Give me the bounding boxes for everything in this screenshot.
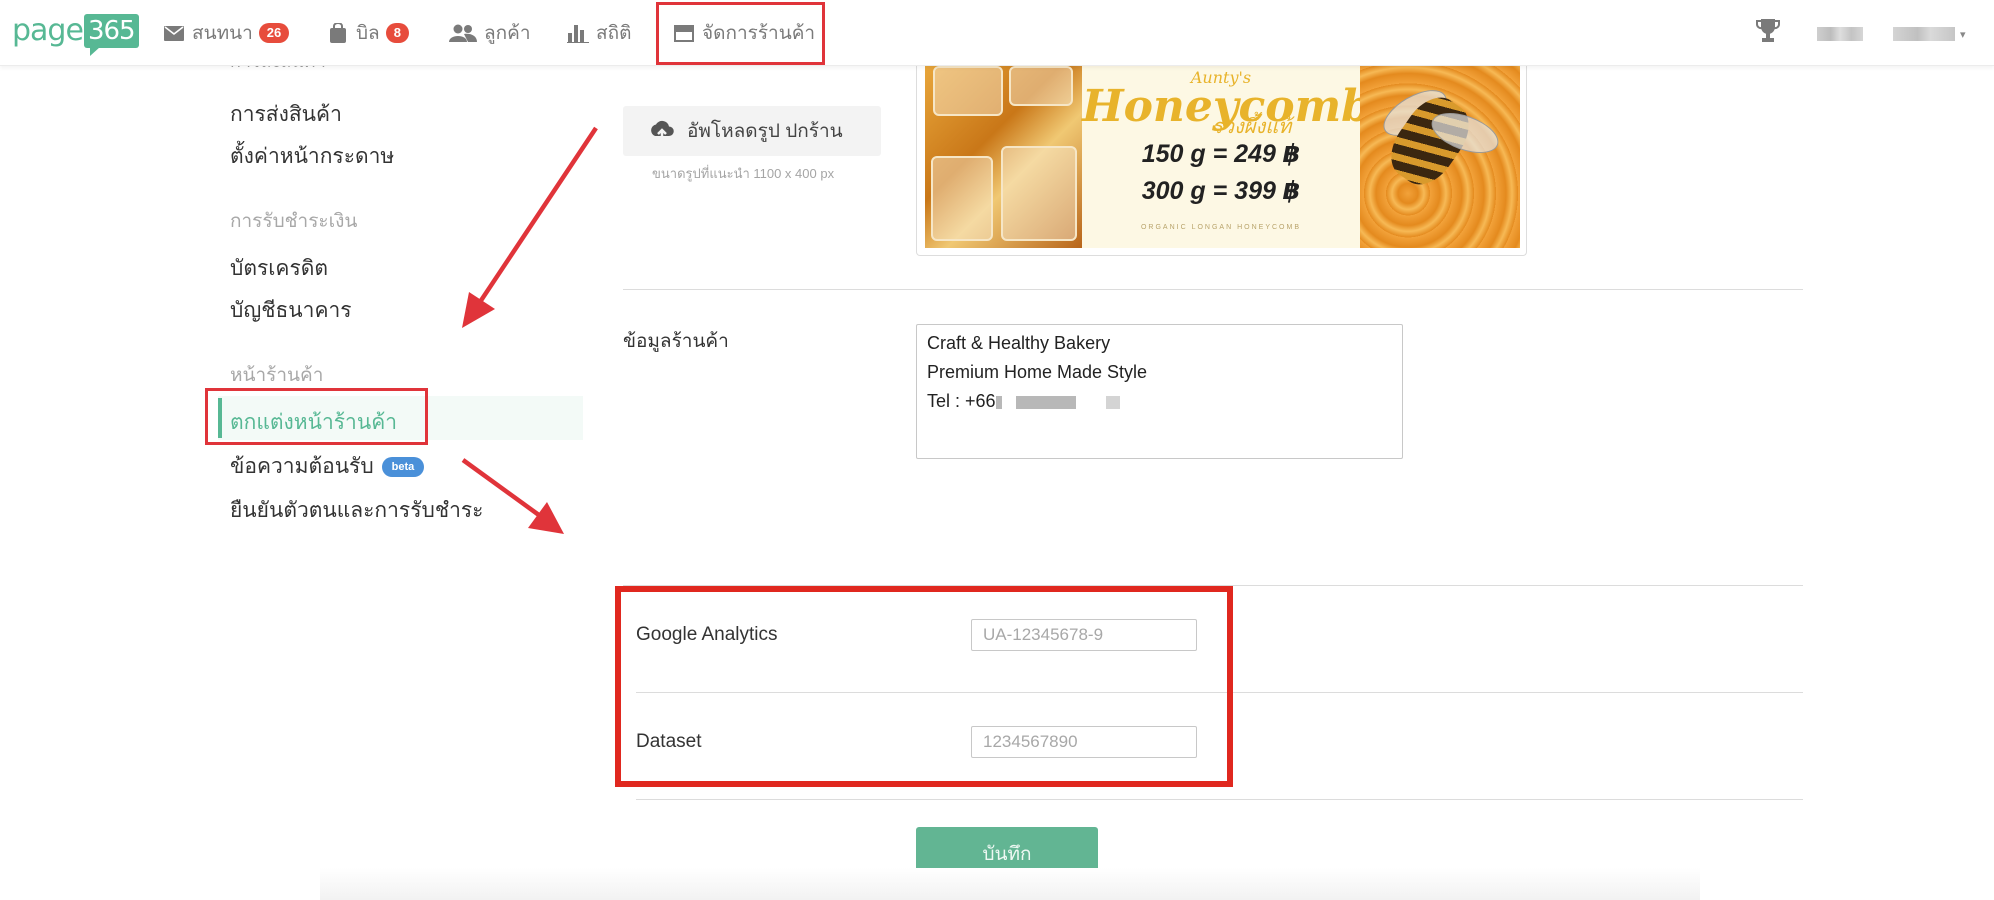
sidebar-item-page-setup[interactable]: ตั้งค่าหน้ากระดาษ bbox=[230, 140, 394, 173]
banner-price-1: 150 g = 249 ฿ bbox=[1141, 140, 1301, 168]
store-info-tel: Tel : +66 bbox=[927, 391, 996, 411]
chevron-down-icon[interactable]: ▾ bbox=[1960, 28, 1966, 41]
store-info-line-1: Craft & Healthy Bakery bbox=[927, 333, 1111, 353]
nav-highlight-annotation bbox=[656, 2, 825, 65]
welcome-message-label: ข้อความต้อนรับ bbox=[230, 455, 374, 478]
sidebar-item-credit-card[interactable]: บัตรเครดิต bbox=[230, 252, 328, 285]
sidebar-item-verify-identity[interactable]: ยืนยันตัวตนและการรับชำระ bbox=[230, 494, 483, 527]
trophy-icon[interactable] bbox=[1756, 18, 1780, 44]
users-icon bbox=[448, 23, 478, 43]
sidebar-item-shipping[interactable]: การส่งสินค้า bbox=[230, 98, 342, 131]
envelope-icon bbox=[162, 23, 186, 43]
bills-count-badge: 8 bbox=[385, 23, 409, 43]
nav-stats-label: สถิติ bbox=[596, 23, 632, 44]
nav-stats[interactable]: สถิติ bbox=[566, 20, 631, 46]
page365-logo[interactable]: page 365 bbox=[12, 14, 139, 56]
nav-chat-label: สนทนา bbox=[192, 23, 253, 44]
upload-cover-label: อัพโหลดรูป ปกร้าน bbox=[687, 121, 843, 142]
divider bbox=[623, 289, 1803, 290]
store-info-textarea[interactable]: Craft & Healthy Bakery Premium Home Made… bbox=[916, 324, 1403, 459]
banner-organic-label: ORGANIC LONGAN HONEYCOMB bbox=[1140, 224, 1301, 231]
redacted-shop-name[interactable] bbox=[1893, 27, 1955, 41]
store-info-line-2: Premium Home Made Style bbox=[927, 362, 1148, 382]
bee-photo bbox=[1360, 66, 1520, 248]
cover-banner-image: Aunty's Honeycomb รวงผึ้งแท้ 150 g = 249… bbox=[916, 66, 1527, 256]
upload-size-hint: ขนาดรูปที่แนะนำ 1100 x 400 px bbox=[652, 166, 835, 181]
store-info-label: ข้อมูลร้านค้า bbox=[623, 331, 729, 352]
upload-cover-button[interactable]: อัพโหลดรูป ปกร้าน bbox=[623, 106, 881, 156]
banner-text-panel: Aunty's Honeycomb รวงผึ้งแท้ 150 g = 249… bbox=[1082, 66, 1372, 248]
cloud-upload-icon bbox=[649, 120, 675, 142]
redacted-user-name[interactable] bbox=[1817, 27, 1863, 41]
settings-sidebar: การส่งสินค้า การส่งสินค้า ตั้งค่าหน้ากระ… bbox=[0, 56, 600, 900]
bar-chart-icon bbox=[566, 23, 590, 43]
divider bbox=[636, 799, 1803, 800]
bag-icon bbox=[326, 23, 350, 43]
banner-price-2: 300 g = 399 ฿ bbox=[1141, 177, 1301, 205]
nav-bills-label: บิล bbox=[356, 23, 380, 44]
beta-badge: beta bbox=[381, 457, 425, 478]
tracking-fields-highlight-annotation bbox=[615, 586, 1233, 787]
honeycomb-jars-photo bbox=[925, 66, 1082, 248]
nav-customers[interactable]: ลูกค้า bbox=[448, 20, 531, 46]
sidebar-item-bank-account[interactable]: บัญชีธนาคาร bbox=[230, 294, 352, 327]
sidebar-highlight-annotation bbox=[205, 388, 428, 445]
sidebar-heading-payment: การรับชำระเงิน bbox=[230, 211, 358, 232]
bottom-shadow bbox=[320, 868, 1700, 900]
top-navbar: page 365 สนทนา 26 บิล 8 ลูกค้า สถิติ จัด… bbox=[0, 0, 1994, 66]
banner-thai-text: รวงผึ้งแท้ bbox=[1212, 116, 1292, 138]
nav-customers-label: ลูกค้า bbox=[484, 23, 531, 44]
nav-chat[interactable]: สนทนา 26 bbox=[162, 20, 290, 46]
sidebar-heading-storefront: หน้าร้านค้า bbox=[230, 365, 324, 386]
logo-box: 365 bbox=[83, 14, 139, 56]
logo-text: page bbox=[12, 13, 84, 48]
chat-count-badge: 26 bbox=[258, 23, 290, 43]
sidebar-item-welcome-message[interactable]: ข้อความต้อนรับ beta bbox=[230, 450, 425, 483]
nav-bills[interactable]: บิล 8 bbox=[326, 20, 409, 46]
store-info-line-3: Tel : +66 bbox=[927, 387, 1392, 416]
